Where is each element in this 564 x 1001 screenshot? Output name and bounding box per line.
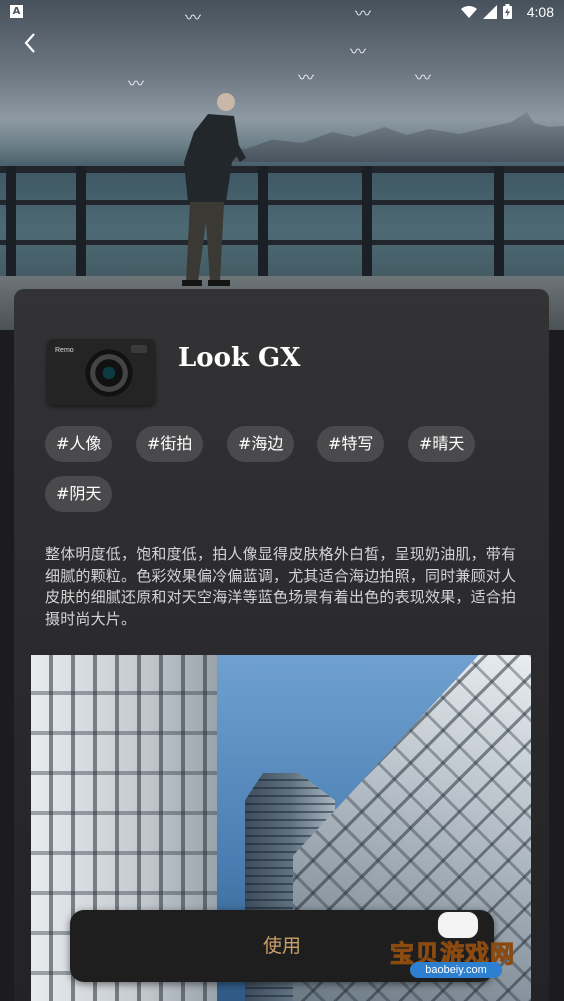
chevron-left-icon <box>24 33 35 53</box>
back-button[interactable] <box>18 30 44 56</box>
tag-closeup[interactable]: #特写 <box>317 426 385 462</box>
railing-post <box>258 166 268 276</box>
filter-detail-card: Remo Look GX #人像 #街拍 #海边 #特写 #晴天 #阴天 整体明… <box>14 289 549 1001</box>
watermark: 宝贝游戏网 baobeiy.com <box>388 908 536 988</box>
railing-post <box>362 166 372 276</box>
hero-photo: 〰 〰 〰 〰 〰 〰 <box>0 0 564 330</box>
seagull-icon: 〰 <box>415 68 432 87</box>
battery-icon <box>503 4 512 19</box>
tag-cloudy[interactable]: #阴天 <box>45 476 113 512</box>
tag-street[interactable]: #街拍 <box>136 426 204 462</box>
signal-icon <box>483 4 497 19</box>
app-notification-icon: A <box>10 5 23 18</box>
clock: 4:08 <box>526 4 554 20</box>
railing-post <box>494 166 504 276</box>
tag-sunny[interactable]: #晴天 <box>408 426 476 462</box>
camera-thumbnail: Remo <box>47 339 155 405</box>
railing-post <box>6 166 16 276</box>
camera-lens-icon <box>85 349 133 397</box>
filter-description: 整体明度低，饱和度低，拍人像显得皮肤格外白皙，呈现奶油肌，带有细腻的颗粒。色彩效… <box>45 545 517 628</box>
man-figure <box>182 93 246 286</box>
seagull-icon: 〰 <box>128 74 145 93</box>
seagull-icon: 〰 <box>298 68 315 87</box>
tag-seaside[interactable]: #海边 <box>227 426 295 462</box>
city-skyline <box>190 112 564 162</box>
status-bar: A 4:08 <box>0 0 564 24</box>
wifi-icon <box>461 5 477 18</box>
filter-title: Look GX <box>178 343 301 373</box>
camera-brand-label: Remo <box>55 347 74 354</box>
railing-post <box>76 166 86 276</box>
camera-flash <box>131 345 147 353</box>
status-icons <box>461 4 512 19</box>
tag-portrait[interactable]: #人像 <box>45 426 113 462</box>
watermark-url: baobeiy.com <box>410 962 502 978</box>
seagull-icon: 〰 <box>350 42 367 61</box>
